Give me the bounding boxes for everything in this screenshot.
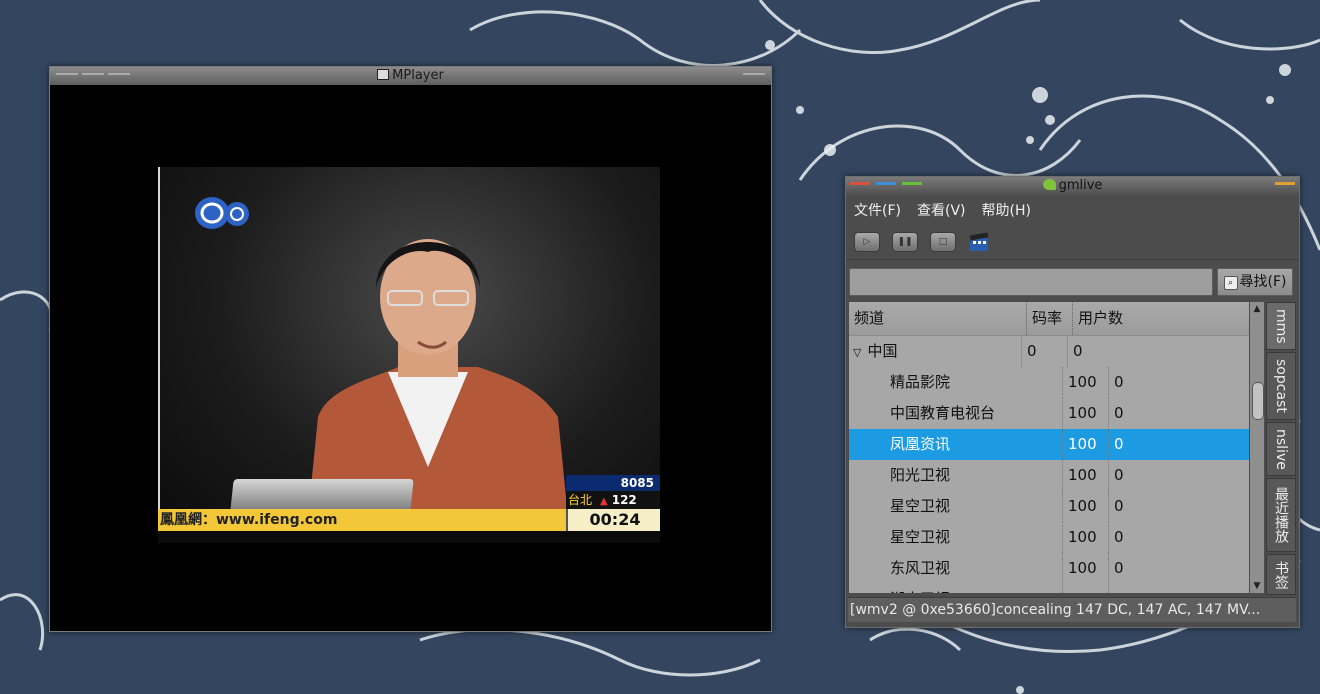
scroll-down-icon[interactable]: ▼ (1250, 579, 1264, 593)
studio-monitor (230, 479, 414, 511)
window-icon (377, 69, 390, 80)
stop-icon[interactable]: □ (930, 232, 956, 252)
tab-mms[interactable]: mms (1266, 302, 1296, 350)
search-row: ⌕ 尋找(F) (849, 268, 1295, 298)
column-header-channel[interactable]: 频道 (849, 302, 1027, 335)
column-header-rate[interactable]: 码率 (1027, 302, 1073, 335)
gmlive-window: gmlive 文件(F) 查看(V) 帮助(H) ▷ ❚❚ □ ⌕ 尋找(F) 频… (845, 176, 1300, 628)
table-row[interactable]: 阳光卫视 100 0 (849, 460, 1249, 491)
video-frame[interactable]: 8085 台北 ▲ 122 鳳凰網：www.ifeng.com 00:24 (158, 167, 660, 543)
up-arrow-icon: ▲ (600, 496, 608, 507)
ticker-bar: 鳳凰網：www.ifeng.com (158, 509, 570, 531)
table-row[interactable]: 精品影院 100 0 (849, 367, 1249, 398)
table-header: 频道 码率 用户数 (849, 302, 1249, 336)
stock-ticker: 8085 台北 ▲ 122 (566, 475, 660, 509)
tab-recent[interactable]: 最近播放 (1266, 478, 1296, 552)
search-input[interactable] (849, 268, 1213, 296)
phoenix-logo-icon (195, 197, 249, 229)
search-icon: ⌕ (1223, 276, 1238, 290)
pause-icon[interactable]: ❚❚ (892, 232, 918, 252)
gmlive-titlebar[interactable]: gmlive (846, 177, 1299, 195)
table-row[interactable]: 湖南卫视 100 0 (849, 584, 1249, 593)
play-icon[interactable]: ▷ (854, 232, 880, 252)
toolbar: ▷ ❚❚ □ (846, 225, 1299, 260)
table-row[interactable]: 中国教育电视台 100 0 (849, 398, 1249, 429)
film-icon[interactable] (968, 232, 990, 252)
gmlive-title: gmlive (1058, 178, 1103, 193)
table-row[interactable]: 东风卫视 100 0 (849, 553, 1249, 584)
broadcast-clock: 00:24 (566, 509, 660, 531)
table-scrollbar[interactable]: ▲ ▼ (1250, 302, 1264, 593)
expand-arrow-icon[interactable]: ▽ (853, 346, 861, 359)
column-header-users[interactable]: 用户数 (1073, 302, 1123, 335)
source-tabs: mms sopcast nslive 最近播放 书签 (1266, 302, 1296, 595)
mplayer-title: MPlayer (392, 68, 444, 83)
table-row-selected[interactable]: 凤凰资讯 100 0 (849, 429, 1249, 460)
menubar: 文件(F) 查看(V) 帮助(H) (846, 195, 1299, 225)
menu-view[interactable]: 查看(V) (917, 200, 966, 220)
gmlive-app-icon (1042, 179, 1056, 190)
table-row[interactable]: ▽ 中国 0 0 (849, 336, 1249, 367)
status-bar: [wmv2 @ 0xe53660]concealing 147 DC, 147 … (848, 597, 1296, 622)
mplayer-window: MPlayer 8085 台北▲122 鳳凰網：www.ifeng.com (49, 66, 772, 632)
table-row[interactable]: 星空卫视 100 0 (849, 491, 1249, 522)
tab-nslive[interactable]: nslive (1266, 422, 1296, 476)
tab-bookmarks[interactable]: 书签 (1266, 554, 1296, 595)
presenter-image (308, 239, 568, 517)
scroll-up-icon[interactable]: ▲ (1250, 302, 1264, 316)
tab-sopcast[interactable]: sopcast (1266, 352, 1296, 420)
mplayer-titlebar[interactable]: MPlayer (50, 67, 771, 85)
menu-file[interactable]: 文件(F) (854, 200, 901, 220)
table-row[interactable]: 星空卫视 100 0 (849, 522, 1249, 553)
scrollbar-thumb[interactable] (1252, 382, 1264, 420)
search-button[interactable]: ⌕ 尋找(F) (1217, 268, 1293, 296)
menu-help[interactable]: 帮助(H) (982, 200, 1031, 220)
channel-table: 频道 码率 用户数 ▽ 中国 0 0 精品影院 100 0 中国教育电视台 100… (849, 302, 1249, 593)
